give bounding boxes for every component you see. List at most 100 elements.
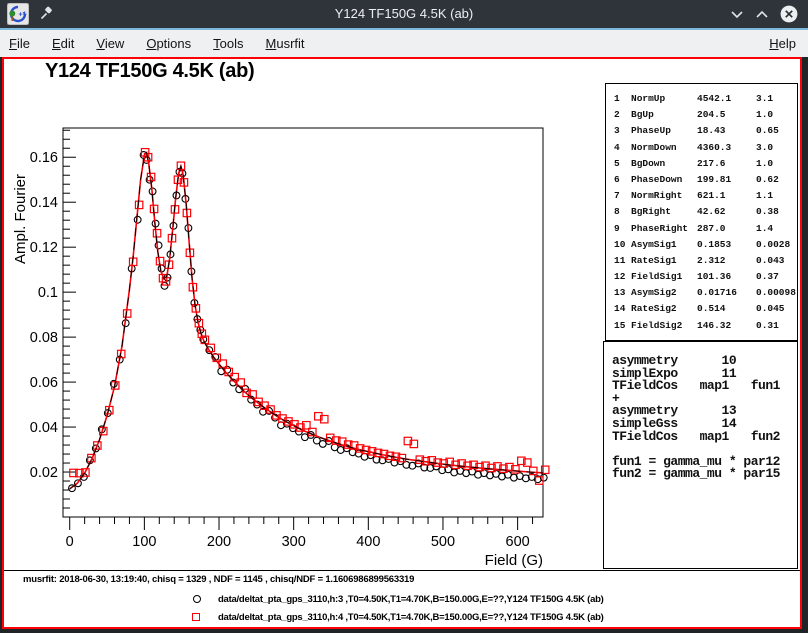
chevron-up-icon[interactable] [753, 5, 771, 23]
param-val: 204.5 [697, 107, 756, 123]
param-num: 5 [614, 156, 631, 172]
legend-open-circle-marker [193, 595, 201, 603]
y-axis: 0.020.040.060.080.10.120.140.16Ampl. Fou… [12, 130, 76, 508]
param-name: FieldSig1 [631, 269, 697, 285]
param-name: RateSig2 [631, 301, 697, 317]
param-name: BgRight [631, 204, 697, 220]
theory-box: asymmetry 10simplExpo 11TFieldCos map1 f… [603, 341, 798, 569]
param-row: 9PhaseRight287.01.4 [606, 221, 797, 237]
x-tick-label: 200 [207, 534, 231, 550]
param-err: 3.0 [756, 140, 797, 156]
menu-musrfit[interactable]: Musrfit [255, 30, 316, 57]
param-name: PhaseRight [631, 221, 697, 237]
menu-view[interactable]: View [85, 30, 135, 57]
menu-file[interactable]: File [0, 30, 41, 57]
param-val: 2.312 [697, 253, 756, 269]
param-num: 12 [614, 269, 631, 285]
param-err: 3.1 [756, 91, 797, 107]
fit-curve-red [70, 153, 543, 489]
theory-line: TFieldCos map1 fun2 [612, 431, 797, 444]
theory-line: fun2 = gamma_mu * par15 [612, 468, 797, 481]
x-tick-label: 0 [66, 534, 74, 550]
y-tick-label: 0.16 [30, 150, 58, 166]
theory-line: TFieldCos map1 fun1 [612, 380, 797, 393]
menu-options[interactable]: Options [135, 30, 202, 57]
param-row: 11RateSig12.3120.043 [606, 253, 797, 269]
param-row: 6PhaseDown199.810.62 [606, 172, 797, 188]
param-err: 0.37 [756, 269, 797, 285]
param-num: 8 [614, 204, 631, 220]
param-row: 8BgRight42.620.38 [606, 204, 797, 220]
param-num: 15 [614, 318, 631, 334]
y-tick-label: 0.14 [30, 195, 58, 211]
chevron-down-icon[interactable] [728, 5, 746, 23]
param-row: 2BgUp204.51.0 [606, 107, 797, 123]
y-tick-label: 0.04 [30, 420, 58, 436]
param-err: 0.65 [756, 123, 797, 139]
legend-entry-h4: data/deltat_pta_gps_3110,h:4 ,T0=4.50K,T… [218, 612, 604, 623]
param-err: 1.1 [756, 188, 797, 204]
param-name: PhaseUp [631, 123, 697, 139]
root-canvas[interactable]: 0100200300400500600Field (G)0.020.040.06… [2, 57, 802, 629]
x-axis: 0 100 200 300 400 500 600 Field (G) [66, 517, 543, 569]
menu-help[interactable]: Help [765, 30, 800, 57]
param-val: 146.32 [697, 318, 756, 334]
legend-entry-h3: data/deltat_pta_gps_3110,h:3 ,T0=4.50K,T… [218, 594, 604, 605]
param-row: 3PhaseUp18.430.65 [606, 123, 797, 139]
param-val: 621.1 [697, 188, 756, 204]
x-tick-label: 500 [431, 534, 455, 550]
param-num: 10 [614, 237, 631, 253]
parameter-table: 1NormUp4542.13.12BgUp204.51.03PhaseUp18.… [605, 83, 798, 341]
x-tick-label: 300 [282, 534, 306, 550]
param-num: 7 [614, 188, 631, 204]
param-row: 4NormDown4360.33.0 [606, 140, 797, 156]
param-num: 2 [614, 107, 631, 123]
legend-open-square-marker [192, 613, 200, 621]
x-tick-label: 100 [132, 534, 156, 550]
x-tick-label: 600 [506, 534, 530, 550]
param-val: 287.0 [697, 221, 756, 237]
menu-tools[interactable]: Tools [202, 30, 254, 57]
param-row: 13AsymSig20.017160.00098 [606, 285, 797, 301]
param-row: 12FieldSig1101.360.37 [606, 269, 797, 285]
fit-status-line: musrfit: 2018-06-30, 13:19:40, chisq = 1… [23, 574, 414, 585]
plot-frame [63, 128, 543, 517]
y-tick-label: 0.08 [30, 330, 58, 346]
param-num: 6 [614, 172, 631, 188]
param-num: 11 [614, 253, 631, 269]
param-err: 1.0 [756, 156, 797, 172]
param-name: AsymSig2 [631, 285, 697, 301]
param-row: 7NormRight621.11.1 [606, 188, 797, 204]
param-row: 5BgDown217.61.0 [606, 156, 797, 172]
param-val: 42.62 [697, 204, 756, 220]
x-axis-title: Field (G) [485, 552, 543, 569]
x-tick-label: 400 [356, 534, 380, 550]
series-squares-markers [70, 149, 549, 485]
param-val: 0.1853 [697, 237, 756, 253]
param-err: 0.62 [756, 172, 797, 188]
param-err: 0.045 [756, 301, 797, 317]
param-num: 1 [614, 91, 631, 107]
close-icon[interactable] [780, 5, 798, 23]
plot-title: Y124 TF150G 4.5K (ab) [45, 60, 254, 83]
param-num: 3 [614, 123, 631, 139]
param-name: NormDown [631, 140, 697, 156]
param-row: 1NormUp4542.13.1 [606, 91, 797, 107]
param-val: 4542.1 [697, 91, 756, 107]
param-val: 217.6 [697, 156, 756, 172]
y-tick-label: 0.06 [30, 375, 58, 391]
param-num: 9 [614, 221, 631, 237]
param-val: 0.514 [697, 301, 756, 317]
param-name: NormRight [631, 188, 697, 204]
y-tick-label: 0.1 [38, 285, 58, 301]
param-err: 0.38 [756, 204, 797, 220]
param-num: 13 [614, 285, 631, 301]
param-name: RateSig1 [631, 253, 697, 269]
param-err: 1.0 [756, 107, 797, 123]
param-name: BgUp [631, 107, 697, 123]
application-window: ++ Y124 TF150G 4.5K (ab) FileEditViewOpt… [0, 0, 808, 633]
menu-edit[interactable]: Edit [41, 30, 85, 57]
y-axis-title: Ampl. Fourier [12, 174, 29, 264]
param-name: AsymSig1 [631, 237, 697, 253]
param-val: 4360.3 [697, 140, 756, 156]
